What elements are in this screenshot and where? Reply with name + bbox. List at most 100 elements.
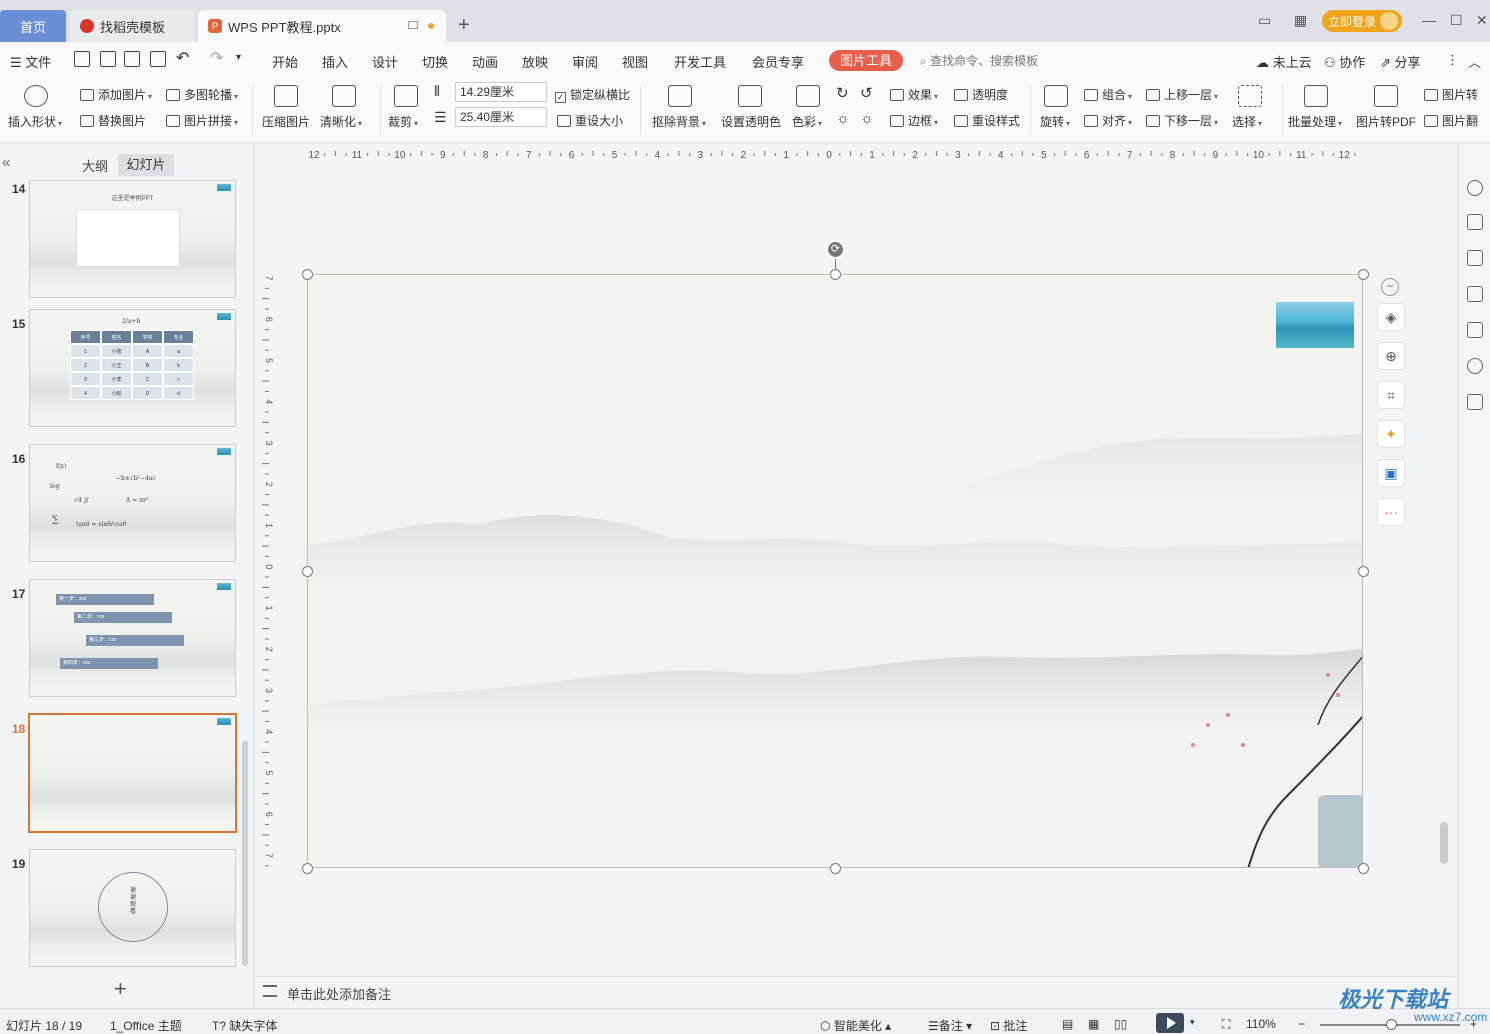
canvas-scrollbar[interactable] [1440,822,1448,864]
lightbulb-icon[interactable]: ✦ [1377,420,1405,448]
reset-style-button[interactable]: 重设样式 [954,112,1020,129]
rotate-handle-icon[interactable]: ⟳ [826,240,845,259]
layout-icon[interactable]: ▭ [1258,12,1271,29]
rotate-right-icon[interactable]: ↺ [860,84,873,102]
select-button[interactable]: 选择 ▾ [1232,113,1262,130]
settings-sliders-icon[interactable] [1467,214,1483,230]
new-tab-button[interactable]: + [458,14,470,37]
notes-area[interactable]: 单击此处添加备注 [255,976,1455,1006]
menu-slideshow[interactable]: 放映 [522,52,548,71]
play-options-icon[interactable]: ▾ [1190,1017,1195,1028]
slide-thumbnail-15[interactable]: 2/a+b 序号 姓名 学校 专业 1 小张 Aa 2 小王 Bb 3 小李 Cc 4 小赵 Dd [29,309,236,427]
crop-tool-icon[interactable]: ⌗ [1377,381,1405,409]
set-transparent-button[interactable]: 设置透明色 [721,113,781,130]
file-menu[interactable]: ☰ 文件 [10,52,51,71]
picture-to-word-icon[interactable]: ▣ [1377,459,1405,487]
effects-button[interactable]: 效果 ▾ [890,86,938,103]
remove-background-button[interactable]: 抠除背景 ▾ [652,113,706,130]
picture-translate-button[interactable]: 图片翻 [1424,112,1478,129]
transition-icon[interactable] [1467,286,1483,302]
tab-outline[interactable]: 大纲 [82,156,108,175]
print-preview-icon[interactable] [150,51,166,67]
zoom-slider-knob[interactable] [1386,1019,1397,1030]
bring-forward-button[interactable]: 上移一层 ▾ [1146,86,1218,103]
panel-scrollbar[interactable] [242,740,248,966]
collapse-ribbon-icon[interactable]: ︿ [1468,52,1481,71]
share-button[interactable]: ⇗ 分享 [1380,52,1421,71]
notes-toggle[interactable]: ☰备注 ▾ [928,1017,972,1034]
slide-thumbnail-14[interactable]: 这里是举例PPT [29,180,236,298]
zoom-in-icon[interactable]: ⊕ [1377,342,1405,370]
crop-button[interactable]: 裁剪 ▾ [388,113,418,130]
multi-carousel-button[interactable]: 多图轮播 ▾ [166,86,238,103]
menu-animation[interactable]: 动画 [472,52,498,71]
tab-home[interactable]: 首页 [0,10,66,42]
grid-icon[interactable]: ▦ [1294,12,1307,29]
location-icon[interactable] [1467,358,1483,374]
border-button[interactable]: 边框 ▾ [890,112,938,129]
login-button[interactable]: 立即登录 [1322,10,1402,32]
collaborate-button[interactable]: ⚇ 协作 [1324,52,1365,71]
zoom-out-button[interactable]: − [1298,1017,1305,1031]
compress-button[interactable]: 压缩图片 [262,113,310,130]
lock-ratio-checkbox[interactable]: ✓ 锁定纵横比 [555,86,630,103]
resize-handle[interactable] [302,566,313,577]
resize-handle[interactable] [830,863,841,874]
animation-icon[interactable] [1467,322,1483,338]
resize-handle[interactable] [1358,269,1369,280]
reset-size-button[interactable]: 重设大小 [557,112,623,129]
cloud-status[interactable]: ☁ 未上云 [1256,52,1312,71]
redo-icon[interactable]: ↷ [210,48,223,68]
rotate-button[interactable]: 旋转 ▾ [1040,113,1070,130]
smart-beautify-button[interactable]: ⬡ 智能美化 ▴ [820,1017,891,1034]
rotate-left-icon[interactable]: ↻ [836,84,849,102]
layers-icon[interactable]: ◈ [1377,303,1405,331]
picture-to-pdf-button[interactable]: 图片转PDF [1356,113,1416,130]
sorter-view-icon[interactable]: ▦ [1088,1017,1099,1031]
resize-handle[interactable] [830,269,841,280]
menu-developer[interactable]: 开发工具 [674,52,726,71]
missing-font-button[interactable]: T? 缺失字体 [212,1017,277,1034]
resize-handle[interactable] [1358,863,1369,874]
reading-view-icon[interactable]: ▯▯ [1114,1017,1127,1031]
normal-view-icon[interactable]: ▤ [1062,1017,1073,1031]
export-icon[interactable] [100,51,116,67]
tab-template[interactable]: 找稻壳模板 [70,10,194,42]
menu-picture-tools[interactable]: 图片工具 [829,50,903,71]
resize-handle[interactable] [302,269,313,280]
collapse-panel-icon[interactable]: « [2,154,10,171]
zoom-out-icon[interactable]: − [1381,278,1399,296]
save-icon[interactable] [74,51,90,67]
customize-quick-access-icon[interactable]: ▾ [236,52,241,63]
minimize-button[interactable]: — [1422,12,1436,28]
align-button[interactable]: 对齐 ▾ [1084,112,1132,129]
resize-handle[interactable] [1358,566,1369,577]
menu-member[interactable]: 会员专享 [752,52,804,71]
undo-icon[interactable]: ↶ [176,48,189,68]
picture-collage-button[interactable]: 图片拼接 ▾ [166,112,238,129]
add-picture-button[interactable]: 添加图片 ▾ [80,86,152,103]
slide-thumbnail-17[interactable]: 第一步：xxx 第二步：xxx 第三步：xxx 第四步：xxx [29,579,236,697]
height-input[interactable]: 14.29厘米 [455,82,547,102]
selected-picture[interactable] [307,274,1363,868]
menu-review[interactable]: 审阅 [572,52,598,71]
menu-start[interactable]: 开始 [272,52,298,71]
monitor-icon[interactable] [408,21,418,29]
tab-document[interactable]: P WPS PPT教程.pptx [198,10,446,42]
picture-convert-button[interactable]: 图片转 [1424,86,1478,103]
menu-view[interactable]: 视图 [622,52,648,71]
brightness-down-icon[interactable]: ☼ [860,110,874,127]
replace-picture-button[interactable]: 替换图片 [80,112,146,129]
batch-button[interactable]: 批量处理 ▾ [1288,113,1342,130]
maximize-button[interactable]: ☐ [1450,12,1463,29]
more-tools-icon[interactable]: ··· [1377,498,1405,526]
insert-shape-button[interactable]: 插入形状 ▾ [8,113,62,130]
menu-transition[interactable]: 切换 [422,52,448,71]
more-icon[interactable]: ⋮ [1446,52,1459,68]
fit-window-icon[interactable]: ⛶ [1222,1017,1230,1032]
command-search[interactable]: ⌕ 查找命令、搜索模板 [920,52,1038,69]
add-slide-button[interactable]: + [114,976,127,1002]
slide-thumbnail-19[interactable]: 谢谢观看 [29,849,236,967]
color-button[interactable]: 色彩 ▾ [792,113,822,130]
zoom-level[interactable]: 110% [1246,1017,1276,1031]
